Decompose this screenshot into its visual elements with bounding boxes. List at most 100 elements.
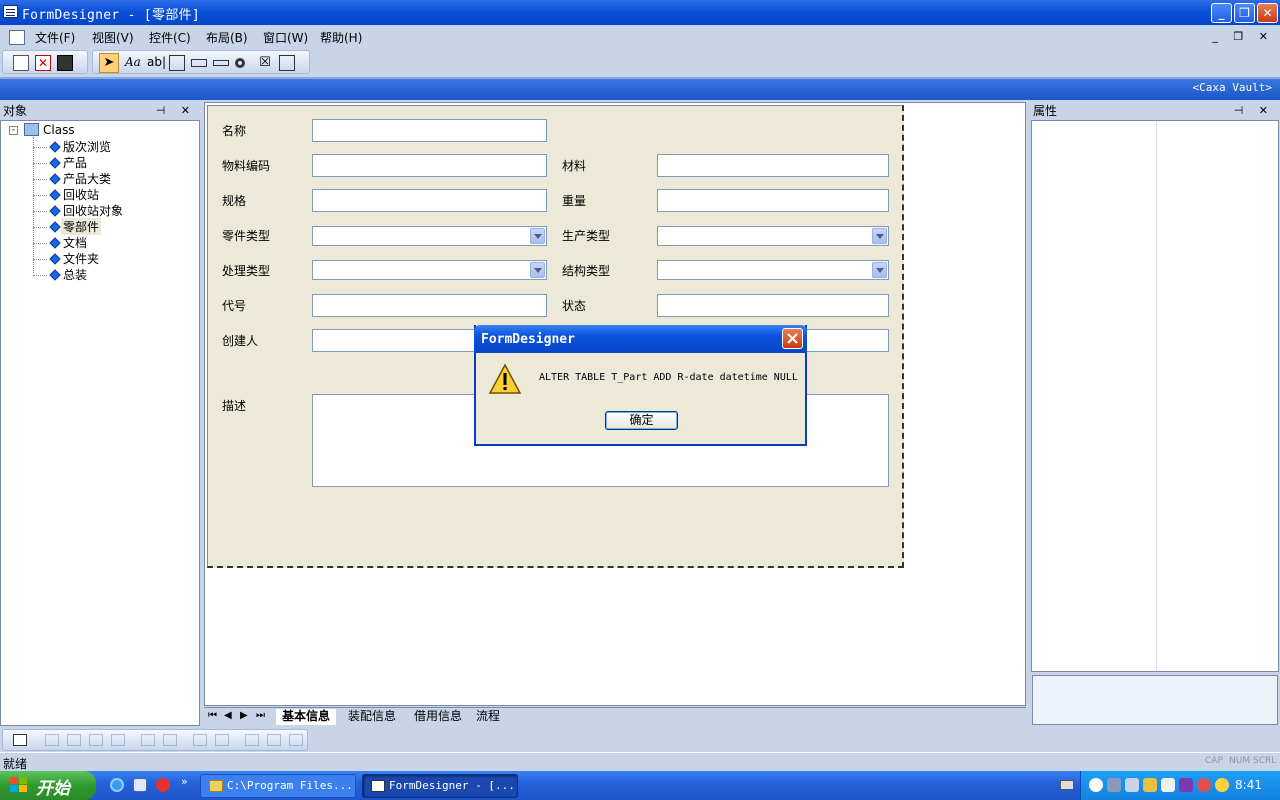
ie-icon[interactable] (110, 778, 124, 792)
tree-item[interactable]: 文档 (63, 234, 87, 251)
space-vertical-icon[interactable] (215, 734, 229, 746)
name-input[interactable] (312, 119, 547, 142)
align-center-icon[interactable] (67, 734, 81, 746)
align-right-icon[interactable] (89, 734, 103, 746)
restore-button[interactable]: ❐ (1234, 3, 1255, 23)
material-code-input[interactable] (312, 154, 547, 177)
update-icon[interactable] (1215, 778, 1229, 792)
tree-item[interactable]: 回收站对象 (63, 202, 123, 219)
menu-help[interactable]: 帮助(H) (320, 29, 362, 46)
ok-button[interactable]: 确定 (605, 411, 678, 430)
align-middle-icon[interactable] (141, 734, 155, 746)
dialog-close-button[interactable] (782, 328, 803, 349)
tree-item[interactable]: 产品 (63, 154, 87, 171)
property-grid[interactable] (1031, 120, 1279, 672)
image-control-icon[interactable] (279, 55, 295, 71)
title-bar[interactable]: FormDesigner - [零部件] _ ❐ ✕ (0, 0, 1280, 25)
menu-controls[interactable]: 控件(C) (149, 29, 191, 46)
tree-item[interactable]: 回收站 (63, 186, 99, 203)
onenote-icon[interactable] (1179, 778, 1193, 792)
part-type-select[interactable] (312, 226, 547, 246)
security-icon[interactable] (1197, 778, 1211, 792)
production-type-select[interactable] (657, 226, 889, 246)
object-icon (49, 221, 61, 233)
network-icon[interactable] (1107, 778, 1121, 792)
mdi-window-controls[interactable]: _ ❐ ✕ (1212, 30, 1274, 43)
chevron-down-icon[interactable] (530, 228, 545, 244)
same-size-icon[interactable] (289, 734, 303, 746)
grid-control-icon[interactable] (169, 55, 185, 71)
button-control-icon[interactable] (213, 60, 229, 66)
next-tab-icon[interactable]: ▶ (240, 710, 248, 721)
first-tab-icon[interactable]: ⏮ (208, 710, 217, 721)
structure-type-select[interactable] (657, 260, 889, 280)
device-icon[interactable] (1161, 778, 1175, 792)
same-width-icon[interactable] (245, 734, 259, 746)
code-input[interactable] (312, 294, 547, 317)
align-top-icon[interactable] (111, 734, 125, 746)
app-shortcut-icon[interactable] (156, 778, 170, 792)
save-icon[interactable] (57, 55, 73, 71)
same-height-icon[interactable] (267, 734, 281, 746)
collapse-toggle[interactable]: - (9, 126, 18, 135)
tray-arrow-icon[interactable] (1089, 778, 1103, 792)
file-toolbar: ✕ (2, 50, 88, 74)
display-icon[interactable] (1125, 778, 1139, 792)
menu-file[interactable]: 文件(F) (35, 29, 75, 46)
material-input[interactable] (657, 154, 889, 177)
close-button[interactable]: ✕ (1257, 3, 1278, 23)
align-bottom-icon[interactable] (163, 734, 177, 746)
tab-assembly-info[interactable]: 装配信息 (342, 709, 402, 725)
object-tree[interactable]: - Class 版次浏览 产品 产品大类 回收站 回收站对象 零部件 文档 文件… (0, 120, 200, 726)
chevron-down-icon[interactable] (872, 262, 887, 278)
task-formdesigner[interactable]: FormDesigner - [... (362, 774, 518, 798)
minimize-button[interactable]: _ (1211, 3, 1232, 23)
align-left-icon[interactable] (45, 734, 59, 746)
label-control-icon[interactable]: Aa (125, 55, 141, 71)
menu-window[interactable]: 窗口(W) (263, 29, 308, 46)
menu-layout[interactable]: 布局(B) (206, 29, 248, 46)
tab-order-icon[interactable] (13, 734, 27, 746)
last-tab-icon[interactable]: ⏭ (256, 710, 265, 721)
chevron-down-icon[interactable] (530, 262, 545, 278)
space-horizontal-icon[interactable] (193, 734, 207, 746)
tree-item[interactable]: 文件夹 (63, 250, 99, 267)
tab-borrow-info[interactable]: 借用信息 (408, 709, 468, 725)
status-input[interactable] (657, 294, 889, 317)
dialog-title-bar[interactable]: FormDesigner (474, 325, 807, 353)
delete-icon[interactable]: ✕ (35, 55, 51, 71)
pointer-icon[interactable]: ➤ (99, 53, 119, 73)
tree-item[interactable]: 总装 (63, 266, 87, 283)
prev-tab-icon[interactable]: ◀ (224, 710, 232, 721)
weight-input[interactable] (657, 189, 889, 212)
radio-control-icon[interactable] (235, 58, 245, 68)
app-icon[interactable] (3, 5, 18, 18)
keyboard-icon[interactable] (1060, 780, 1074, 790)
start-button[interactable]: 开始 (0, 771, 96, 800)
tree-item[interactable]: 版次浏览 (63, 138, 111, 155)
tree-root[interactable]: Class (43, 123, 75, 137)
chevron-down-icon[interactable] (872, 228, 887, 244)
scrl-indicator: SCRL (1253, 756, 1277, 766)
spec-input[interactable] (312, 189, 547, 212)
task-explorer[interactable]: C:\Program Files... (200, 774, 356, 798)
tab-workflow[interactable]: 流程 (470, 709, 506, 725)
textbox-control-icon[interactable]: ab| (147, 55, 166, 71)
tree-item[interactable]: 产品大类 (63, 170, 111, 187)
menu-view[interactable]: 视图(V) (92, 29, 134, 46)
new-file-icon[interactable] (13, 55, 29, 71)
num-indicator: NUM (1229, 756, 1251, 766)
tab-basic-info[interactable]: 基本信息 (276, 709, 337, 725)
tree-line (33, 195, 47, 196)
panel-pin-close[interactable]: ⊣ ✕ (1234, 102, 1274, 120)
frame-control-icon[interactable] (191, 59, 207, 67)
process-type-select[interactable] (312, 260, 547, 280)
chevron-right-icon[interactable]: » (181, 775, 188, 788)
checkbox-control-icon[interactable]: ☒ (257, 55, 273, 71)
panel-pin-close[interactable]: ⊣ ✕ (156, 102, 196, 120)
document-menu-icon[interactable] (9, 30, 25, 45)
tree-item-selected[interactable]: 零部件 (61, 218, 102, 235)
shield-icon[interactable] (1143, 778, 1157, 792)
status-text: 就绪 (3, 757, 28, 771)
quicklaunch-icon[interactable] (133, 778, 147, 792)
